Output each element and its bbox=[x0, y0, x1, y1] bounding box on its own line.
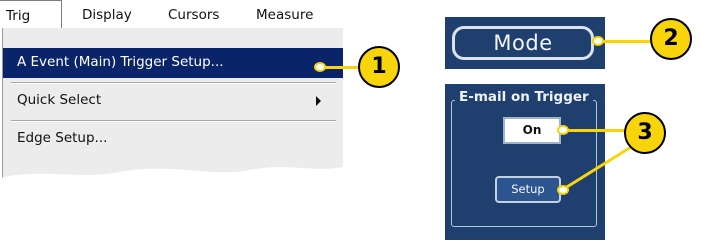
email-on-toggle[interactable]: On bbox=[503, 117, 561, 144]
menu-trig[interactable]: Trig bbox=[0, 0, 62, 29]
menu-item-label: A Event (Main) Trigger Setup... bbox=[17, 54, 224, 70]
callout-3-dot-on bbox=[557, 125, 569, 135]
callout-2-dot bbox=[592, 36, 604, 46]
mode-panel: Mode bbox=[445, 17, 605, 69]
callout-1-leader bbox=[320, 66, 360, 69]
menu-display[interactable]: Display bbox=[82, 7, 132, 23]
callout-3: 3 bbox=[624, 112, 666, 154]
email-setup-button[interactable]: Setup bbox=[495, 176, 561, 203]
callout-1: 1 bbox=[358, 46, 400, 88]
mode-button[interactable]: Mode bbox=[452, 26, 594, 60]
email-group-title: E-mail on Trigger bbox=[455, 89, 593, 105]
menu-item-a-event-trigger-setup[interactable]: A Event (Main) Trigger Setup... bbox=[3, 48, 343, 78]
callout-1-dot bbox=[314, 62, 326, 72]
submenu-arrow-icon bbox=[316, 96, 321, 106]
menu-divider bbox=[11, 120, 336, 122]
callout-3-leader-on bbox=[563, 129, 625, 132]
menu-item-label: Edge Setup... bbox=[17, 130, 108, 146]
menu-item-label: Quick Select bbox=[17, 92, 102, 108]
trig-menu-panel: Trig Display Cursors Measure A Event (Ma… bbox=[0, 0, 345, 200]
torn-edge-decoration bbox=[0, 166, 345, 200]
callout-2: 2 bbox=[650, 18, 692, 60]
callout-3-dot-setup bbox=[557, 185, 569, 195]
menu-item-quick-select[interactable]: Quick Select bbox=[3, 86, 343, 116]
callout-2-leader bbox=[598, 40, 650, 43]
menu-divider bbox=[11, 82, 336, 84]
menubar: Trig Display Cursors Measure bbox=[0, 0, 340, 30]
menu-measure[interactable]: Measure bbox=[256, 7, 313, 23]
menu-cursors[interactable]: Cursors bbox=[168, 7, 219, 23]
